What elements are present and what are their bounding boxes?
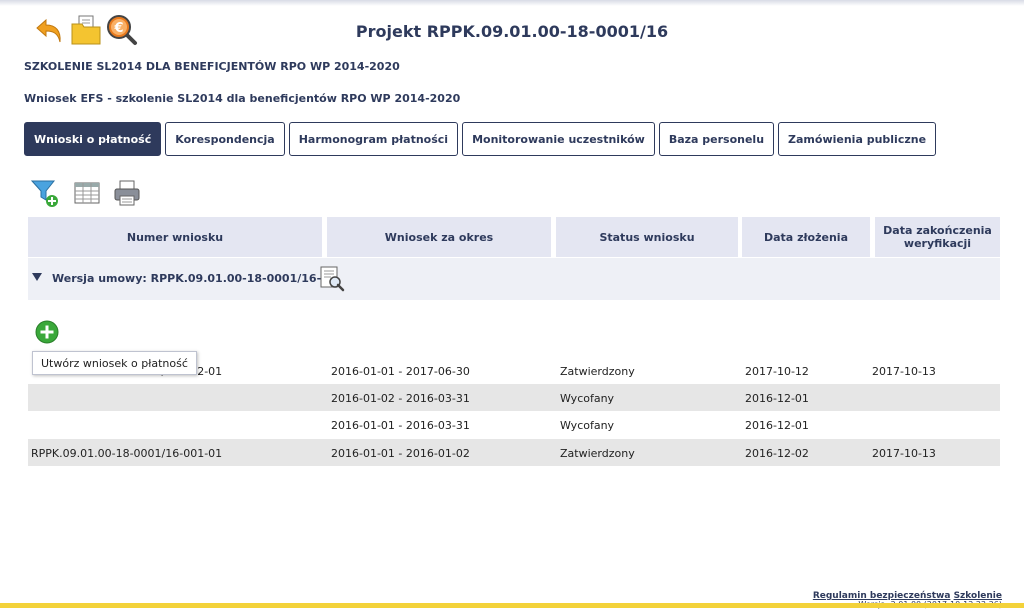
cell-data-zakonczenia: 2017-10-13 (872, 447, 936, 460)
column-header-wniosek-za-okres[interactable]: Wniosek za okres (327, 217, 551, 257)
cell-numer-wniosku: RPPK.09.01.00-18-0001/16-001-01 (31, 447, 223, 460)
table-row[interactable]: 2016-01-02 - 2016-03-31 Wycofany 2016-12… (28, 384, 1000, 411)
collapse-triangle-icon[interactable] (32, 273, 42, 281)
filter-add-icon[interactable] (30, 178, 60, 208)
contract-version-label: Wersja umowy: RPPK.09.01.00-18-0001/16-0… (52, 272, 337, 285)
project-title: Projekt RPPK.09.01.00-18-0001/16 (355, 22, 669, 41)
column-header-data-zakonczenia-weryfikacji[interactable]: Data zakończenia weryfikacji (875, 217, 1000, 257)
tab-wnioski-o-platnosc[interactable]: Wnioski o płatność (24, 122, 162, 156)
cell-data-zlozenia: 2016-12-02 (745, 447, 809, 460)
cell-wniosek-za-okres: 2016-01-01 - 2016-01-02 (331, 447, 470, 460)
column-header-numer-wniosku[interactable]: Numer wniosku (28, 217, 322, 257)
contract-version-group: Wersja umowy: RPPK.09.01.00-18-0001/16-0… (28, 258, 1000, 300)
print-icon[interactable] (112, 178, 142, 208)
cell-wniosek-za-okres: 2016-01-02 - 2016-03-31 (331, 392, 470, 405)
table-row[interactable]: 2016-01-01 - 2016-03-31 Wycofany 2016-12… (28, 411, 1000, 438)
cell-status-wniosku: Zatwierdzony (560, 447, 635, 460)
add-payment-request-button[interactable] (35, 320, 59, 344)
application-label: Wniosek EFS - szkolenie SL2014 dla benef… (24, 92, 461, 105)
tab-zamowienia-publiczne[interactable]: Zamówienia publiczne (778, 122, 937, 156)
column-header-data-zlozenia[interactable]: Data złożenia (742, 217, 870, 257)
top-gradient-bar (0, 0, 1024, 6)
cell-data-zlozenia: 2016-12-01 (745, 392, 809, 405)
table-row[interactable]: RPPK.09.01.00-18-0001/16-001-01 2016-01-… (28, 439, 1000, 466)
cell-status-wniosku: Wycofany (560, 392, 615, 405)
tab-harmonogram-platnosci[interactable]: Harmonogram płatności (288, 122, 459, 156)
column-header-status-wniosku[interactable]: Status wniosku (556, 217, 738, 257)
tab-bar: Wnioski o płatność Korespondencja Harmon… (24, 122, 937, 156)
table-view-icon[interactable] (72, 178, 102, 208)
tab-monitorowanie-uczestnikow[interactable]: Monitorowanie uczestników (462, 122, 655, 156)
cell-wniosek-za-okres: 2016-01-01 - 2016-03-31 (331, 419, 470, 432)
add-request-tooltip: Utwórz wniosek o płatność (32, 351, 197, 375)
cell-status-wniosku: Zatwierdzony (560, 365, 635, 378)
training-label: SZKOLENIE SL2014 DLA BENEFICJENTÓW RPO W… (24, 60, 400, 73)
cell-data-zlozenia: 2016-12-01 (745, 419, 809, 432)
cell-wniosek-za-okres: 2016-01-01 - 2017-06-30 (331, 365, 470, 378)
bottom-accent-bar (0, 603, 1024, 608)
tab-korespondencja[interactable]: Korespondencja (165, 122, 285, 156)
cell-status-wniosku: Wycofany (560, 419, 615, 432)
tab-baza-personelu[interactable]: Baza personelu (658, 122, 775, 156)
document-preview-icon[interactable] (318, 265, 346, 293)
cell-data-zlozenia: 2017-10-12 (745, 365, 809, 378)
cell-data-zakonczenia: 2017-10-13 (872, 365, 936, 378)
